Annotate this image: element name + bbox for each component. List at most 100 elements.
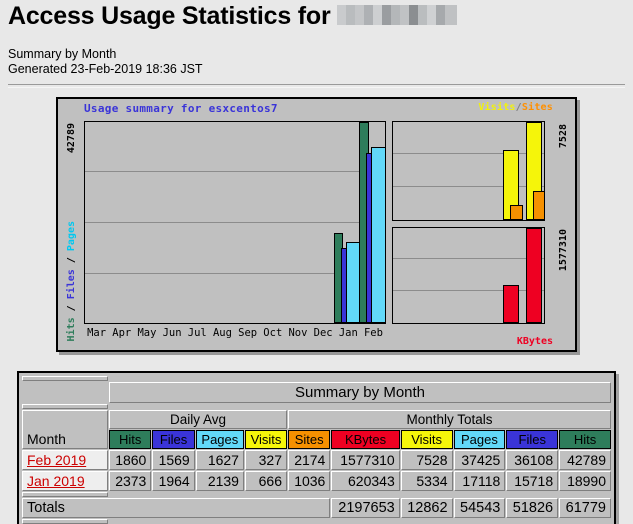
x-tick-mar: Mar — [84, 327, 109, 341]
spacer-cell — [22, 519, 108, 524]
cell-daily-hits: 1860 — [109, 450, 151, 470]
axis-label-sep-2: / — [66, 299, 77, 317]
report-subtitle: Summary by Month Generated 23-Feb-2019 1… — [8, 47, 203, 77]
x-tick-sep: Sep — [235, 327, 260, 341]
axis-label-hits: Hits — [66, 317, 77, 341]
x-tick-jul: Jul — [185, 327, 210, 341]
plot-kbytes — [392, 227, 545, 324]
spacer-cell — [109, 404, 611, 409]
cell-daily-files: 1569 — [152, 450, 194, 470]
cell-total-sites: 2174 — [288, 450, 330, 470]
table-top-spacer-row — [22, 376, 611, 381]
axis-label-pages: Pages — [66, 221, 77, 251]
column-header-total-hits[interactable]: Hits — [559, 430, 611, 449]
bar-pages-feb — [371, 147, 386, 323]
table-row: Jan 2019 2373 1964 2139 666 1036 620343 … — [22, 471, 611, 491]
cell-total-pages: 17118 — [454, 471, 506, 491]
page-title: Access Usage Statistics for — [8, 2, 457, 31]
x-tick-jan: Jan — [336, 327, 361, 341]
gridline — [393, 258, 544, 259]
column-header-month: Month — [22, 410, 108, 449]
gridline — [85, 171, 385, 172]
chart-title: Usage summary for esxcentos7 — [84, 102, 278, 115]
legend-sites-label: Sites — [522, 102, 553, 113]
cell-total-files: 36108 — [506, 450, 558, 470]
axis-label-files: Files — [66, 269, 77, 299]
caption-gutter — [22, 382, 108, 403]
totals-visits: 12862 — [401, 498, 453, 518]
column-header-daily-visits[interactable]: Visits — [245, 430, 287, 449]
column-header-daily-files[interactable]: Files — [152, 430, 194, 449]
column-header-total-files[interactable]: Files — [506, 430, 558, 449]
spacer-cell — [109, 519, 611, 524]
y-axis-max-right-bottom: 1577310 — [558, 229, 569, 271]
table-row: Feb 2019 1860 1569 1627 327 2174 1577310… — [22, 450, 611, 470]
summary-by-month-table: Summary by Month Month Daily Avg Monthly… — [21, 375, 612, 524]
redacted-hostname — [337, 5, 457, 25]
totals-hits: 61779 — [559, 498, 611, 518]
axis-label-sep-1: / — [66, 251, 77, 269]
x-tick-may: May — [134, 327, 159, 341]
cell-total-kbytes: 1577310 — [331, 450, 399, 470]
cell-total-sites: 1036 — [288, 471, 330, 491]
header-divider — [8, 84, 625, 88]
generated-timestamp: Generated 23-Feb-2019 18:36 JST — [8, 62, 203, 77]
gridline — [85, 222, 385, 223]
cell-total-visits: 7528 — [401, 450, 453, 470]
column-header-daily-pages[interactable]: Pages — [196, 430, 244, 449]
table-totals-row: Totals 2197653 12862 54543 51826 61779 — [22, 498, 611, 518]
totals-label: Totals — [22, 498, 330, 518]
cell-total-hits: 18990 — [559, 471, 611, 491]
table-caption: Summary by Month — [109, 382, 611, 403]
column-header-total-sites[interactable]: Sites — [288, 430, 330, 449]
bar-kbytes-feb — [526, 228, 542, 323]
x-tick-nov: Nov — [285, 327, 310, 341]
spacer-cell — [22, 376, 108, 381]
cell-daily-files: 1964 — [152, 471, 194, 491]
cell-total-files: 15718 — [506, 471, 558, 491]
cell-total-hits: 42789 — [559, 450, 611, 470]
table-caption-spacer-row — [22, 404, 611, 409]
column-header-total-pages[interactable]: Pages — [454, 430, 506, 449]
column-header-daily-hits[interactable]: Hits — [109, 430, 151, 449]
y-axis-label-pages-files-hits: Hits / Files / Pages — [66, 221, 77, 341]
bar-kbytes-jan — [503, 285, 519, 323]
x-tick-aug: Aug — [210, 327, 235, 341]
table-group-header-row: Month Daily Avg Monthly Totals — [22, 410, 611, 429]
spacer-cell — [22, 404, 108, 409]
totals-files: 51826 — [506, 498, 558, 518]
totals-kbytes: 2197653 — [331, 498, 399, 518]
chart-legend: Visits/Sites — [478, 102, 553, 113]
totals-pages: 54543 — [454, 498, 506, 518]
cell-daily-visits: 327 — [245, 450, 287, 470]
y-axis-max-right-top: 7528 — [558, 124, 569, 148]
cell-daily-hits: 2373 — [109, 471, 151, 491]
table-caption-row: Summary by Month — [22, 382, 611, 403]
cell-daily-visits: 666 — [245, 471, 287, 491]
x-tick-feb: Feb — [361, 327, 386, 341]
spacer-cell — [109, 376, 611, 381]
month-cell[interactable]: Feb 2019 — [22, 450, 108, 470]
cell-total-pages: 37425 — [454, 450, 506, 470]
column-header-total-kbytes[interactable]: KBytes — [331, 430, 399, 449]
bar-sites-feb — [533, 191, 545, 220]
plot-visits-sites — [392, 121, 545, 221]
cell-total-kbytes: 620343 — [331, 471, 399, 491]
gridline — [393, 186, 544, 187]
cell-total-visits: 5334 — [401, 471, 453, 491]
page-title-text: Access Usage Statistics for — [8, 2, 331, 30]
table-totals-spacer-row — [22, 492, 611, 497]
gridline — [393, 153, 544, 154]
table-column-header-row: Hits Files Pages Visits Sites KBytes Vis… — [22, 430, 611, 449]
cell-daily-pages: 1627 — [196, 450, 244, 470]
x-tick-jun: Jun — [160, 327, 185, 341]
column-header-total-visits[interactable]: Visits — [401, 430, 453, 449]
x-tick-dec: Dec — [311, 327, 336, 341]
x-tick-apr: Apr — [109, 327, 134, 341]
bar-sites-jan — [510, 205, 523, 220]
summary-scope-label: Summary by Month — [8, 47, 203, 62]
spacer-cell — [22, 492, 108, 497]
month-cell[interactable]: Jan 2019 — [22, 471, 108, 491]
month-link-jan-2019[interactable]: Jan 2019 — [27, 473, 85, 489]
month-link-feb-2019[interactable]: Feb 2019 — [27, 452, 86, 468]
